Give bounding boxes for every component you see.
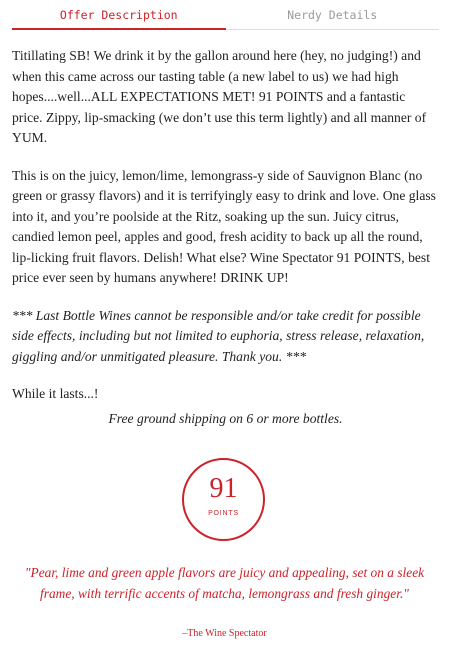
while-it-lasts-text: While it lasts...!	[12, 386, 99, 401]
rating-label: POINTS	[208, 510, 239, 517]
rating-score: 91	[209, 473, 238, 504]
disclaimer-text: *** Last Bottle Wines cannot be responsi…	[12, 307, 425, 364]
review-quote: "Pear, lime and green apple flavors are …	[24, 565, 425, 601]
rating-badge: 91 POINTS	[182, 458, 265, 541]
description-paragraph-1: Titillating SB! We drink it by the gallo…	[12, 48, 427, 145]
offer-description-content: Titillating SB! We drink it by the gallo…	[12, 46, 439, 429]
shipping-note: Free ground shipping on 6 or more bottle…	[108, 411, 343, 426]
description-paragraph-2: This is on the juicy, lemon/lime, lemong…	[12, 167, 436, 286]
review-attribution: –The Wine Spectator	[182, 628, 267, 639]
tab-bar: Offer Description Nerdy Details	[12, 0, 439, 30]
tab-nerdy-details[interactable]: Nerdy Details	[225, 0, 439, 30]
tab-offer-description[interactable]: Offer Description	[12, 0, 226, 30]
